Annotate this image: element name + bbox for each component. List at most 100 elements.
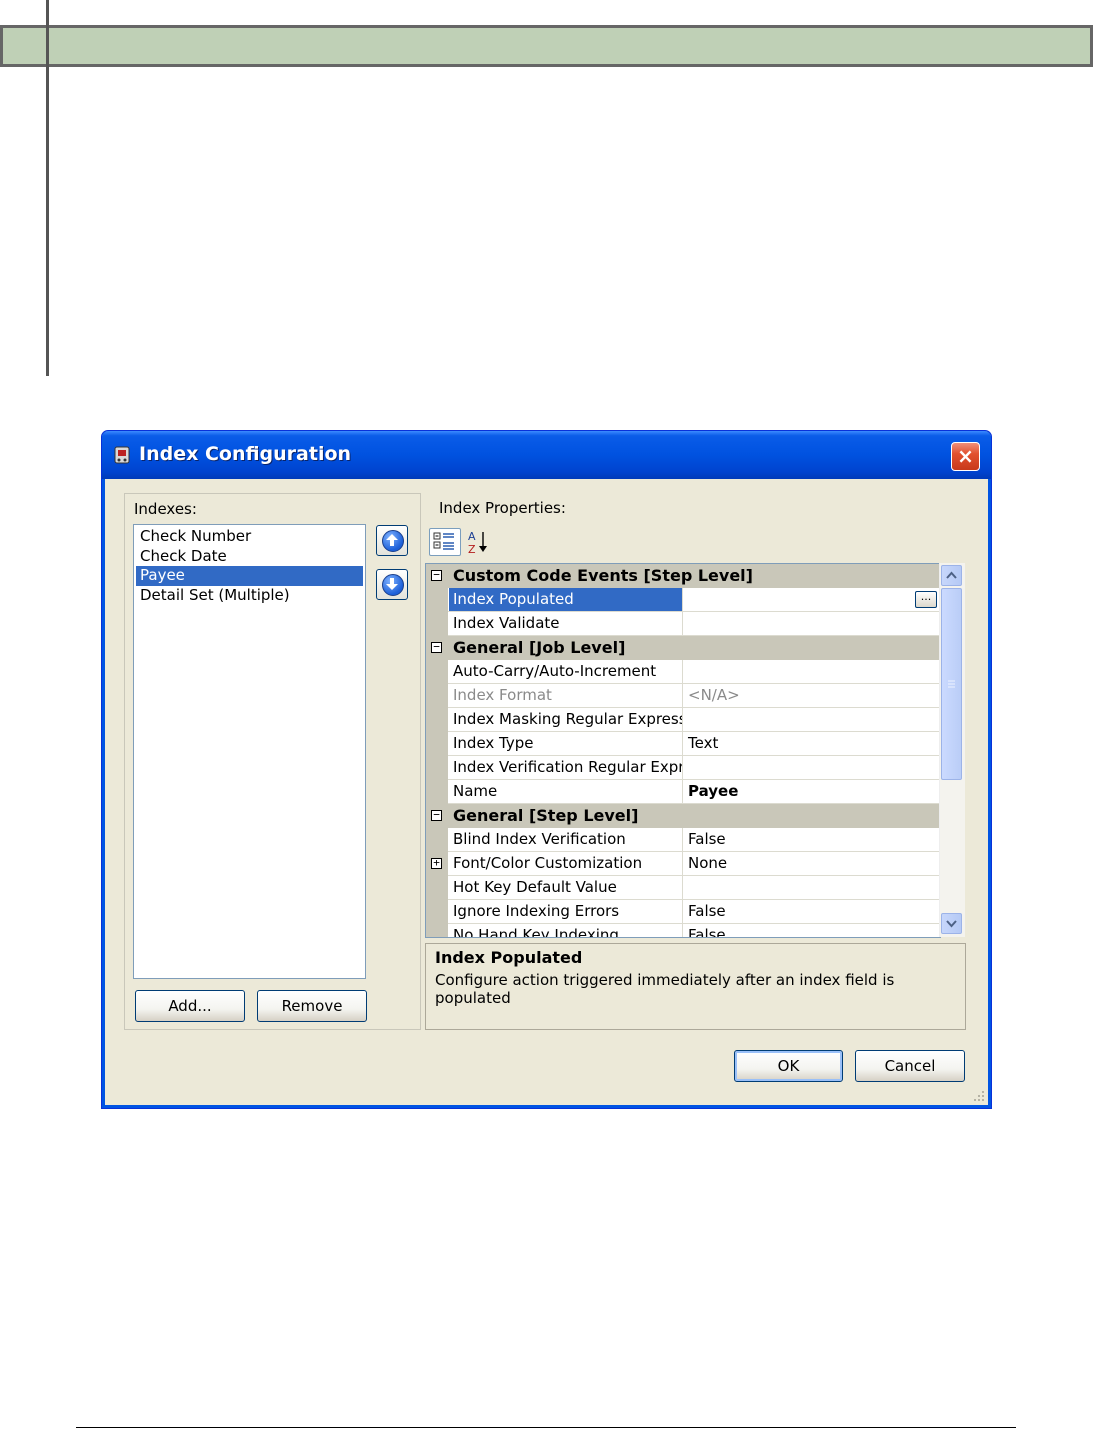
property-value[interactable]: <N/A> xyxy=(684,684,940,707)
dialog-title: Index Configuration xyxy=(139,443,352,465)
property-row[interactable]: Index Verification Regular Expre xyxy=(426,756,940,780)
row-gutter xyxy=(426,612,448,636)
property-value[interactable] xyxy=(684,756,940,779)
index-properties-label: Index Properties: xyxy=(439,499,566,517)
property-value[interactable]: False xyxy=(684,900,940,923)
add-button[interactable]: Add... xyxy=(135,990,245,1022)
scroll-up-button[interactable] xyxy=(941,565,962,586)
property-category[interactable]: − General [Step Level] xyxy=(426,804,940,828)
property-name[interactable]: Index Format xyxy=(449,684,683,707)
row-gutter xyxy=(426,588,448,612)
move-down-button[interactable] xyxy=(376,569,408,600)
property-name[interactable]: Index Populated xyxy=(449,588,683,611)
arrow-up-icon xyxy=(386,534,398,546)
row-gutter xyxy=(426,708,448,732)
property-row[interactable]: Index Populated... xyxy=(426,588,940,612)
row-gutter xyxy=(426,660,448,684)
indexes-label: Indexes: xyxy=(134,500,197,518)
resize-grip-icon[interactable] xyxy=(971,1088,985,1102)
list-item[interactable]: Detail Set (Multiple) xyxy=(136,586,363,606)
property-row[interactable]: Ignore Indexing Errors False xyxy=(426,900,940,924)
indexes-listbox[interactable]: Check Number Check Date Payee Detail Set… xyxy=(133,524,366,979)
property-name[interactable]: Index Validate xyxy=(449,612,683,635)
scroll-thumb[interactable] xyxy=(941,588,962,780)
property-category[interactable]: − Custom Code Events [Step Level] xyxy=(426,564,940,588)
property-value[interactable]: None xyxy=(684,852,940,875)
property-value[interactable]: Payee xyxy=(684,780,940,803)
alphabetical-view-button[interactable]: A Z xyxy=(465,528,491,556)
row-gutter xyxy=(426,924,448,937)
categorized-view-button[interactable] xyxy=(429,528,461,556)
row-gutter xyxy=(426,876,448,900)
list-item[interactable]: Check Date xyxy=(136,547,363,567)
description-text: Configure action triggered immediately a… xyxy=(435,971,895,1007)
property-name[interactable]: Hot Key Default Value xyxy=(449,876,683,899)
chevron-up-icon xyxy=(946,571,957,579)
property-name[interactable]: Blind Index Verification xyxy=(449,828,683,851)
property-grid-rows: − Custom Code Events [Step Level] Index Po… xyxy=(426,564,940,937)
property-value[interactable]: False xyxy=(684,924,940,937)
list-item[interactable]: Check Number xyxy=(136,527,363,547)
property-row[interactable]: + Font/Color Customization None xyxy=(426,852,940,876)
close-icon: × xyxy=(957,444,974,468)
chevron-down-icon xyxy=(946,920,957,928)
property-grid-scrollbar[interactable] xyxy=(939,563,965,937)
list-item[interactable]: Payee xyxy=(136,566,363,586)
category-label: General [Job Level] xyxy=(453,638,626,657)
property-row[interactable]: No Hand Key Indexing False xyxy=(426,924,940,937)
property-name[interactable]: No Hand Key Indexing xyxy=(449,924,683,937)
property-name[interactable]: Index Type xyxy=(449,732,683,755)
ok-button[interactable]: OK xyxy=(734,1050,843,1082)
grip-icon xyxy=(948,680,955,688)
row-gutter xyxy=(426,900,448,924)
arrow-down-icon xyxy=(386,578,398,590)
property-row[interactable]: Auto-Carry/Auto-Increment xyxy=(426,660,940,684)
scroll-down-button[interactable] xyxy=(941,913,962,934)
row-gutter xyxy=(426,828,448,852)
collapse-icon[interactable]: − xyxy=(431,569,442,581)
property-row[interactable]: Index Type Text xyxy=(426,732,940,756)
cancel-button[interactable]: Cancel xyxy=(855,1050,965,1082)
row-gutter xyxy=(426,780,448,804)
page-margin-line xyxy=(46,0,49,376)
property-row[interactable]: Hot Key Default Value xyxy=(426,876,940,900)
property-name[interactable]: Ignore Indexing Errors xyxy=(449,900,683,923)
categorized-icon xyxy=(433,532,454,550)
category-label: General [Step Level] xyxy=(453,806,639,825)
property-name[interactable]: Name xyxy=(449,780,683,803)
close-button[interactable]: × xyxy=(951,442,980,471)
property-value[interactable] xyxy=(684,876,940,899)
page-footer-rule xyxy=(76,1427,1016,1428)
property-name[interactable]: Font/Color Customization xyxy=(449,852,683,875)
property-name[interactable]: Index Masking Regular Expressi xyxy=(449,708,683,731)
property-value[interactable]: Text xyxy=(684,732,940,755)
collapse-icon[interactable]: − xyxy=(431,809,442,821)
property-grid[interactable]: − Custom Code Events [Step Level] Index Po… xyxy=(425,563,941,938)
property-row[interactable]: Index Format <N/A> xyxy=(426,684,940,708)
property-name[interactable]: Index Verification Regular Expre xyxy=(449,756,683,779)
property-value[interactable] xyxy=(684,612,940,635)
category-label: Custom Code Events [Step Level] xyxy=(453,566,753,585)
move-up-button[interactable] xyxy=(376,525,408,556)
property-row[interactable]: Index Masking Regular Expressi xyxy=(426,708,940,732)
ellipsis-button[interactable]: ... xyxy=(915,591,937,608)
property-category[interactable]: − General [Job Level] xyxy=(426,636,940,660)
remove-button[interactable]: Remove xyxy=(257,990,367,1022)
collapse-icon[interactable]: − xyxy=(431,641,442,653)
property-value[interactable] xyxy=(684,660,940,683)
svg-text:A: A xyxy=(468,530,476,543)
title-bar[interactable]: Index Configuration × xyxy=(102,431,991,479)
property-row[interactable]: Name Payee xyxy=(426,780,940,804)
page-header-band xyxy=(0,25,1093,67)
sort-az-icon: A Z xyxy=(468,530,487,556)
expand-icon[interactable]: + xyxy=(431,857,442,869)
row-gutter xyxy=(426,684,448,708)
description-title: Index Populated xyxy=(435,948,583,967)
property-name[interactable]: Auto-Carry/Auto-Increment xyxy=(449,660,683,683)
property-value[interactable] xyxy=(684,588,940,611)
property-value[interactable] xyxy=(684,708,940,731)
property-row[interactable]: Blind Index Verification False xyxy=(426,828,940,852)
app-icon xyxy=(114,446,130,464)
property-row[interactable]: Index Validate xyxy=(426,612,940,636)
property-value[interactable]: False xyxy=(684,828,940,851)
